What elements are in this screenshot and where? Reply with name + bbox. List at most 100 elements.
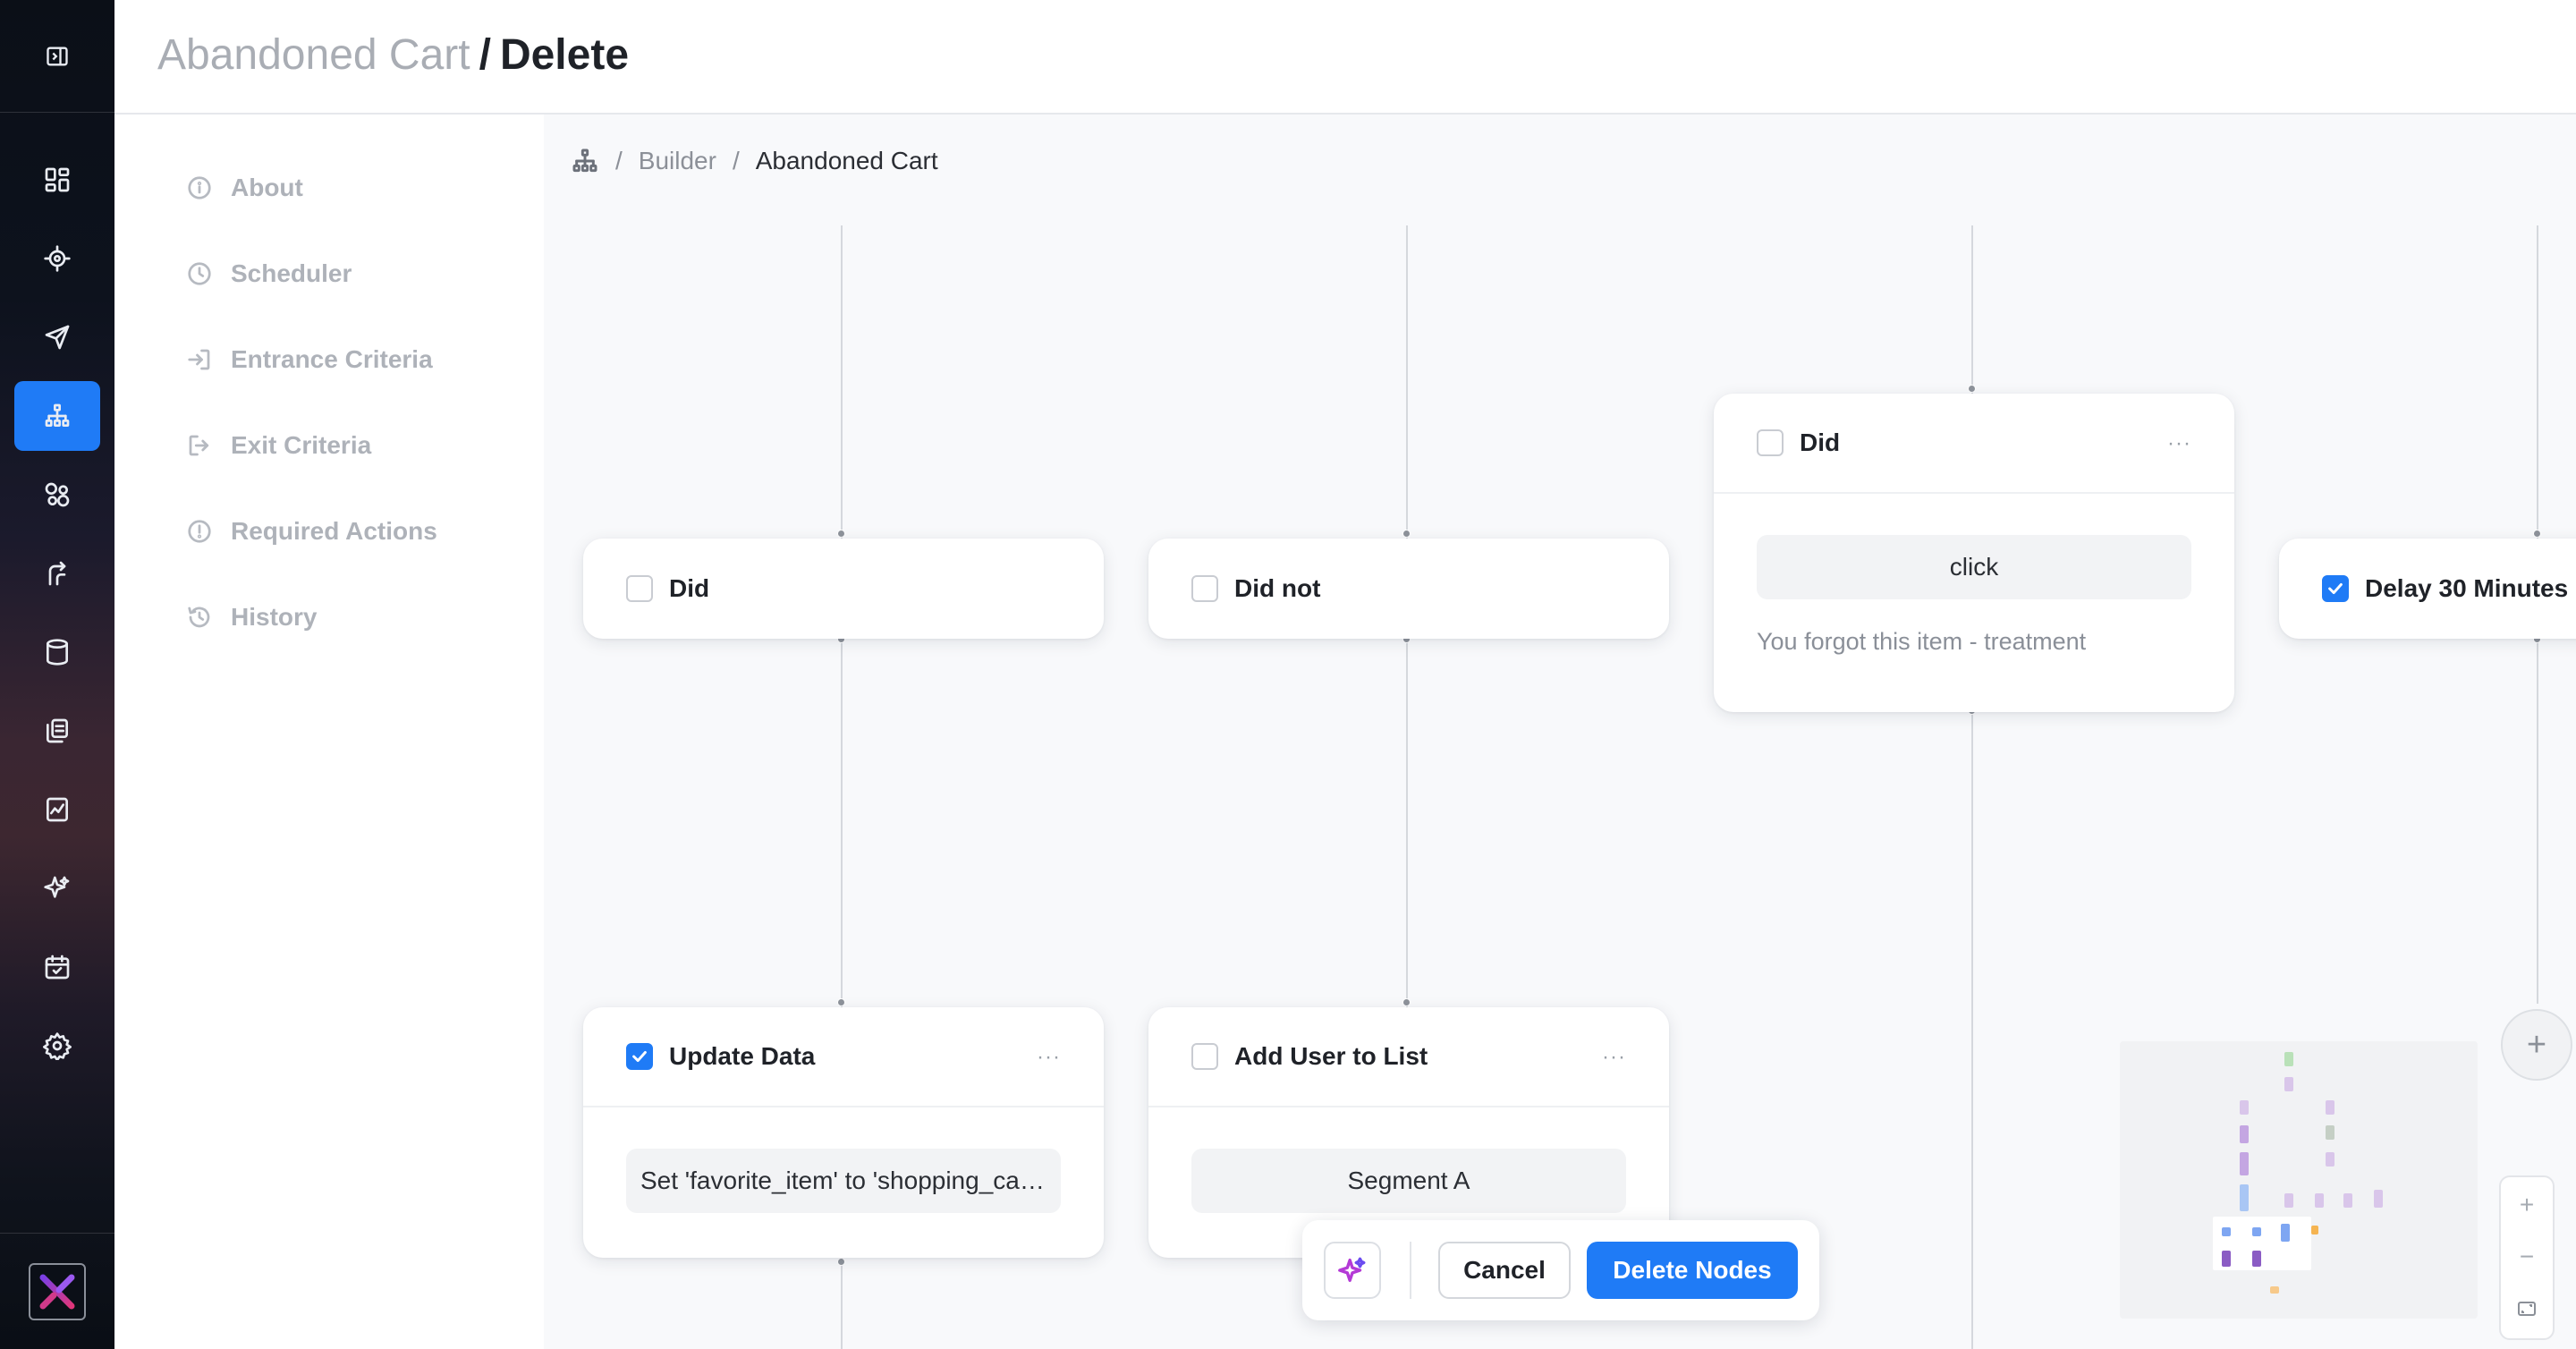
minimap-node [2222, 1227, 2231, 1236]
action-pill: Set 'favorite_item' to 'shopping_cart.0.… [626, 1149, 1061, 1213]
sparkles-icon [1338, 1257, 1366, 1283]
nav-item-scheduler[interactable]: Scheduler [186, 259, 352, 288]
nav-item-exit-criteria[interactable]: Exit Criteria [186, 431, 371, 460]
more-options-icon[interactable]: ··· [1602, 1045, 1626, 1070]
nav-item-label: Required Actions [231, 517, 437, 545]
node-title: Did not [1234, 574, 1321, 602]
templates-icon[interactable] [14, 696, 100, 766]
add-node-button[interactable]: + [2501, 1009, 2572, 1081]
node-did-click[interactable]: Did ··· click You forgot this item - tre… [1714, 394, 2234, 712]
minimap[interactable] [2120, 1041, 2478, 1319]
analytics-icon[interactable] [14, 775, 100, 844]
sidebar-toggle-icon[interactable] [45, 44, 70, 69]
alert-circle-icon [188, 520, 211, 543]
minimap-node [2240, 1125, 2249, 1143]
ai-assist-button[interactable] [1324, 1242, 1381, 1299]
node-checkbox[interactable] [1757, 429, 1784, 456]
sparkles-icon[interactable] [14, 853, 100, 923]
node-checkbox-checked[interactable] [2322, 575, 2349, 602]
minimap-node [2326, 1152, 2334, 1167]
journey-sidenav: About Scheduler Entrance Criteria Exit C… [114, 115, 544, 1349]
enter-icon [188, 349, 210, 370]
nav-item-label: About [231, 174, 303, 201]
minimap-node [2311, 1226, 2318, 1234]
nav-item-label: Scheduler [231, 259, 352, 287]
node-title: Add User to List [1234, 1042, 1428, 1070]
current-title: Delete [499, 31, 630, 79]
target-icon[interactable] [14, 224, 100, 293]
node-delay[interactable]: Delay 30 Minutes [2279, 539, 2576, 639]
info-icon [188, 176, 211, 199]
clock-icon [188, 262, 211, 285]
minimap-node [2284, 1052, 2293, 1066]
node-header: Did ··· [1714, 394, 2234, 494]
minimap-node [2284, 1077, 2293, 1091]
zoom-out-button[interactable]: − [2501, 1231, 2553, 1283]
nav-item-required-actions[interactable]: Required Actions [186, 517, 437, 546]
minimap-node [2240, 1184, 2249, 1211]
node-checkbox[interactable] [626, 575, 653, 602]
breadcrumb-current: Abandoned Cart [755, 147, 938, 174]
connector-dot[interactable] [1402, 998, 1411, 1006]
send-icon[interactable] [14, 302, 100, 372]
connector-dot[interactable] [837, 530, 845, 538]
delete-nodes-button[interactable]: Delete Nodes [1587, 1242, 1798, 1299]
node-description: You forgot this item - treatment [1757, 628, 2087, 655]
journeys-icon[interactable] [14, 381, 100, 451]
breadcrumb-separator: / [732, 147, 740, 174]
segments-icon[interactable] [14, 460, 100, 530]
more-options-icon[interactable]: ··· [1037, 1045, 1061, 1070]
calendar-icon[interactable] [14, 932, 100, 1002]
breadcrumb-separator: / [615, 147, 623, 174]
breadcrumb: / Builder / Abandoned Cart [571, 147, 938, 175]
breadcrumb-builder[interactable]: Builder [639, 147, 716, 175]
delete-action-bar: Cancel Delete Nodes [1302, 1220, 1819, 1320]
node-header: Add User to List ··· [1148, 1007, 1669, 1107]
title-separator: / [479, 31, 491, 79]
node-title: Delay 30 Minutes [2365, 574, 2569, 602]
minimap-node [2252, 1227, 2261, 1236]
node-checkbox[interactable] [1191, 575, 1218, 602]
node-did-not[interactable]: Did not [1148, 539, 1669, 639]
check-icon [632, 1050, 647, 1063]
nav-item-about[interactable]: About [186, 174, 303, 202]
dashboard-icon[interactable] [14, 145, 100, 215]
fit-view-icon [2518, 1302, 2536, 1316]
connector-dot[interactable] [2533, 530, 2541, 538]
fit-view-button[interactable] [2501, 1283, 2553, 1335]
minimap-node [2284, 1193, 2293, 1208]
node-checkbox[interactable] [1191, 1043, 1218, 1070]
minimap-node [2343, 1193, 2352, 1208]
settings-icon[interactable] [14, 1011, 100, 1081]
cancel-button[interactable]: Cancel [1438, 1242, 1571, 1299]
parent-title[interactable]: Abandoned Cart [157, 31, 470, 79]
flow-icon[interactable] [14, 539, 100, 608]
zoom-controls: + − [2499, 1175, 2555, 1340]
brand-logo[interactable] [29, 1262, 86, 1320]
connector-dot[interactable] [837, 1258, 845, 1266]
minimap-node [2326, 1125, 2334, 1140]
connector-dot[interactable] [837, 998, 845, 1006]
minimap-node [2252, 1251, 2261, 1267]
zoom-in-button[interactable]: + [2501, 1179, 2553, 1231]
journey-canvas[interactable]: / Builder / Abandoned Cart Did Did not D… [544, 115, 2576, 1349]
minimap-node [2240, 1100, 2249, 1115]
node-did[interactable]: Did [583, 539, 1104, 639]
list-pill: Segment A [1191, 1149, 1626, 1213]
node-update-data[interactable]: Update Data ··· Set 'favorite_item' to '… [583, 1007, 1104, 1258]
more-options-icon[interactable]: ··· [2167, 431, 2191, 456]
connector-dot[interactable] [1402, 530, 1411, 538]
history-icon [188, 607, 210, 628]
database-icon[interactable] [14, 617, 100, 687]
minimap-node [2315, 1193, 2324, 1208]
rail-footer [0, 1233, 114, 1349]
rail-header [0, 0, 114, 113]
nav-item-label: History [231, 603, 318, 631]
connector-dot[interactable] [1968, 385, 1976, 393]
nav-item-history[interactable]: History [186, 603, 317, 632]
minimap-node [2281, 1224, 2290, 1242]
page-title: Abandoned Cart / Delete [157, 30, 629, 80]
node-checkbox-checked[interactable] [626, 1043, 653, 1070]
nav-item-entrance-criteria[interactable]: Entrance Criteria [186, 345, 433, 374]
minimap-node [2240, 1152, 2249, 1175]
